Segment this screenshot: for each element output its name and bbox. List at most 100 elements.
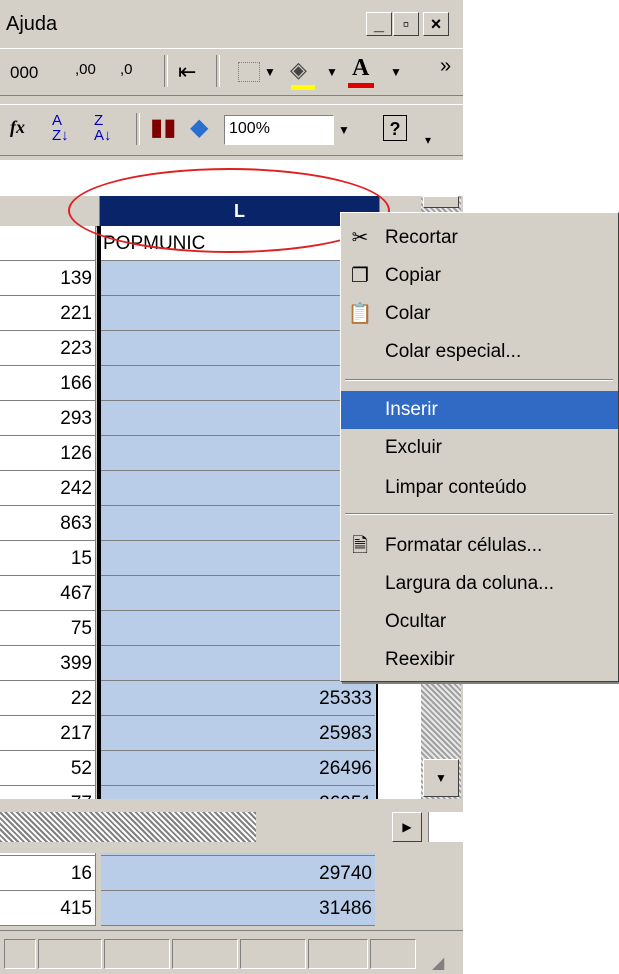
status-panel <box>4 939 36 969</box>
font-color-icon[interactable]: A <box>352 55 369 82</box>
cell-k[interactable]: 52 <box>0 751 96 786</box>
menu-item-copy[interactable]: ❐ Copiar <box>341 257 618 295</box>
font-color-swatch <box>348 83 374 88</box>
cell-k[interactable]: 223 <box>0 331 96 366</box>
cell-k[interactable]: 415 <box>0 891 96 926</box>
selection-border <box>97 226 101 799</box>
menu-item-unhide[interactable]: Reexibir <box>341 641 618 679</box>
status-panel <box>172 939 238 969</box>
cell-l[interactable]: 26496 <box>101 751 375 786</box>
function-icon[interactable]: fx <box>10 117 25 138</box>
status-panel <box>370 939 416 969</box>
resize-grip-icon[interactable]: ◢ <box>432 953 444 973</box>
menu-item-format-cells[interactable]: 🗎 Formatar células... <box>341 527 618 565</box>
status-panel <box>104 939 170 969</box>
standard-toolbar: fx A Z↓ Z A↓ ▮▮ ◆ 100% ▼ ? ▾ <box>0 104 463 156</box>
close-button[interactable]: × <box>423 12 449 36</box>
dropdown-arrow-icon[interactable]: ▾ <box>425 133 431 147</box>
cell-k[interactable]: 293 <box>0 401 96 436</box>
chart-wizard-icon[interactable]: ▮▮ <box>150 113 176 142</box>
cell-k[interactable]: 126 <box>0 436 96 471</box>
toolbar-separator <box>164 55 168 87</box>
cell-l[interactable]: 216 <box>101 541 375 576</box>
status-panel <box>308 939 368 969</box>
status-bar: ◢ <box>0 930 463 974</box>
toolbar-separator <box>136 113 140 145</box>
sort-ascending-icon[interactable]: A Z↓ <box>52 113 69 143</box>
cell-l[interactable]: 206 <box>101 506 375 541</box>
cell-k[interactable]: 166 <box>0 366 96 401</box>
drawing-icon[interactable]: ◆ <box>190 113 208 142</box>
menu-separator <box>345 379 613 381</box>
dropdown-arrow-icon[interactable]: ▼ <box>390 65 402 79</box>
decrease-decimal-button[interactable]: ,0 <box>120 61 133 78</box>
cell-l[interactable]: 182 <box>101 401 375 436</box>
cell-l[interactable]: 166 <box>101 366 375 401</box>
cell-k[interactable]: 399 <box>0 646 96 681</box>
cell-l[interactable]: 25983 <box>101 716 375 751</box>
context-menu: ✂ Recortar ❐ Copiar 📋 Colar Colar especi… <box>340 212 619 682</box>
scroll-down-button[interactable]: ▼ <box>423 759 459 797</box>
cell-k[interactable]: 467 <box>0 576 96 611</box>
cell-l[interactable]: 198 <box>101 436 375 471</box>
formatting-toolbar: 000 ,00 ,0 ⇤ ▼ ◈ ▼ A ▼ » <box>0 48 463 96</box>
format-cells-icon: 🗎 <box>351 535 369 557</box>
cell-l[interactable]: 83 <box>101 261 375 296</box>
scroll-thumb[interactable] <box>423 196 459 208</box>
menu-bar: Ajuda _ ▫ × <box>0 0 463 44</box>
menu-item-insert[interactable]: Inserir <box>341 391 618 429</box>
menu-item-column-width[interactable]: Largura da coluna... <box>341 565 618 603</box>
cell-k[interactable]: 16 <box>0 856 96 891</box>
sort-descending-icon[interactable]: Z A↓ <box>94 113 112 143</box>
menu-help[interactable]: Ajuda <box>6 13 57 36</box>
scissors-icon: ✂ <box>351 227 369 249</box>
menu-item-delete[interactable]: Excluir <box>341 429 618 467</box>
dropdown-arrow-icon[interactable]: ▼ <box>338 123 350 137</box>
cell-k[interactable]: 75 <box>0 611 96 646</box>
cell-k-header-row[interactable] <box>0 226 96 261</box>
toolbar-overflow-icon[interactable]: » <box>440 55 451 78</box>
zoom-value: 100% <box>229 120 270 137</box>
menu-item-clear-contents[interactable]: Limpar conteúdo <box>341 469 618 507</box>
borders-icon[interactable] <box>238 62 260 82</box>
cell-k[interactable]: 22 <box>0 681 96 716</box>
minimize-button[interactable]: _ <box>366 12 392 36</box>
menu-item-paste-special[interactable]: Colar especial... <box>341 333 618 371</box>
cell-l[interactable]: 154 <box>101 331 375 366</box>
status-panel <box>38 939 102 969</box>
cell-l[interactable]: 239 <box>101 646 375 681</box>
horizontal-scrollbar[interactable] <box>0 812 256 842</box>
menu-item-hide[interactable]: Ocultar <box>341 603 618 641</box>
menu-item-paste[interactable]: 📋 Colar <box>341 295 618 333</box>
cell-k[interactable]: 15 <box>0 541 96 576</box>
menu-item-cut[interactable]: ✂ Recortar <box>341 219 618 257</box>
cell-l[interactable]: 237 <box>101 611 375 646</box>
copy-icon: ❐ <box>351 265 369 287</box>
zoom-dropdown[interactable]: 100% <box>224 115 334 145</box>
dropdown-arrow-icon[interactable]: ▼ <box>326 65 338 79</box>
toolbar-separator <box>216 55 220 87</box>
cell-k[interactable]: 242 <box>0 471 96 506</box>
cell-l[interactable]: 25333 <box>101 681 375 716</box>
dropdown-arrow-icon[interactable]: ▼ <box>264 65 276 79</box>
scroll-corner <box>428 812 463 842</box>
cell-k[interactable]: 217 <box>0 716 96 751</box>
cell-k[interactable]: 139 <box>0 261 96 296</box>
cell-l[interactable]: 128 <box>101 296 375 331</box>
increase-decimal-button[interactable]: ,00 <box>75 61 96 78</box>
scroll-right-button[interactable]: ▶ <box>392 812 422 842</box>
restore-button[interactable]: ▫ <box>393 12 419 36</box>
cell-l[interactable]: 206 <box>101 471 375 506</box>
fill-color-swatch <box>291 85 315 90</box>
help-icon[interactable]: ? <box>383 115 407 141</box>
cell-l[interactable]: 217 <box>101 576 375 611</box>
menu-separator <box>345 513 613 515</box>
decrease-indent-icon[interactable]: ⇤ <box>178 59 196 85</box>
cell-l[interactable]: 31486 <box>101 891 375 926</box>
thousands-button[interactable]: 000 <box>10 63 38 83</box>
paste-icon: 📋 <box>347 303 373 325</box>
fill-color-icon[interactable]: ◈ <box>290 57 307 83</box>
cell-k[interactable]: 221 <box>0 296 96 331</box>
cell-k[interactable]: 863 <box>0 506 96 541</box>
cell-l[interactable]: 29740 <box>101 856 375 891</box>
